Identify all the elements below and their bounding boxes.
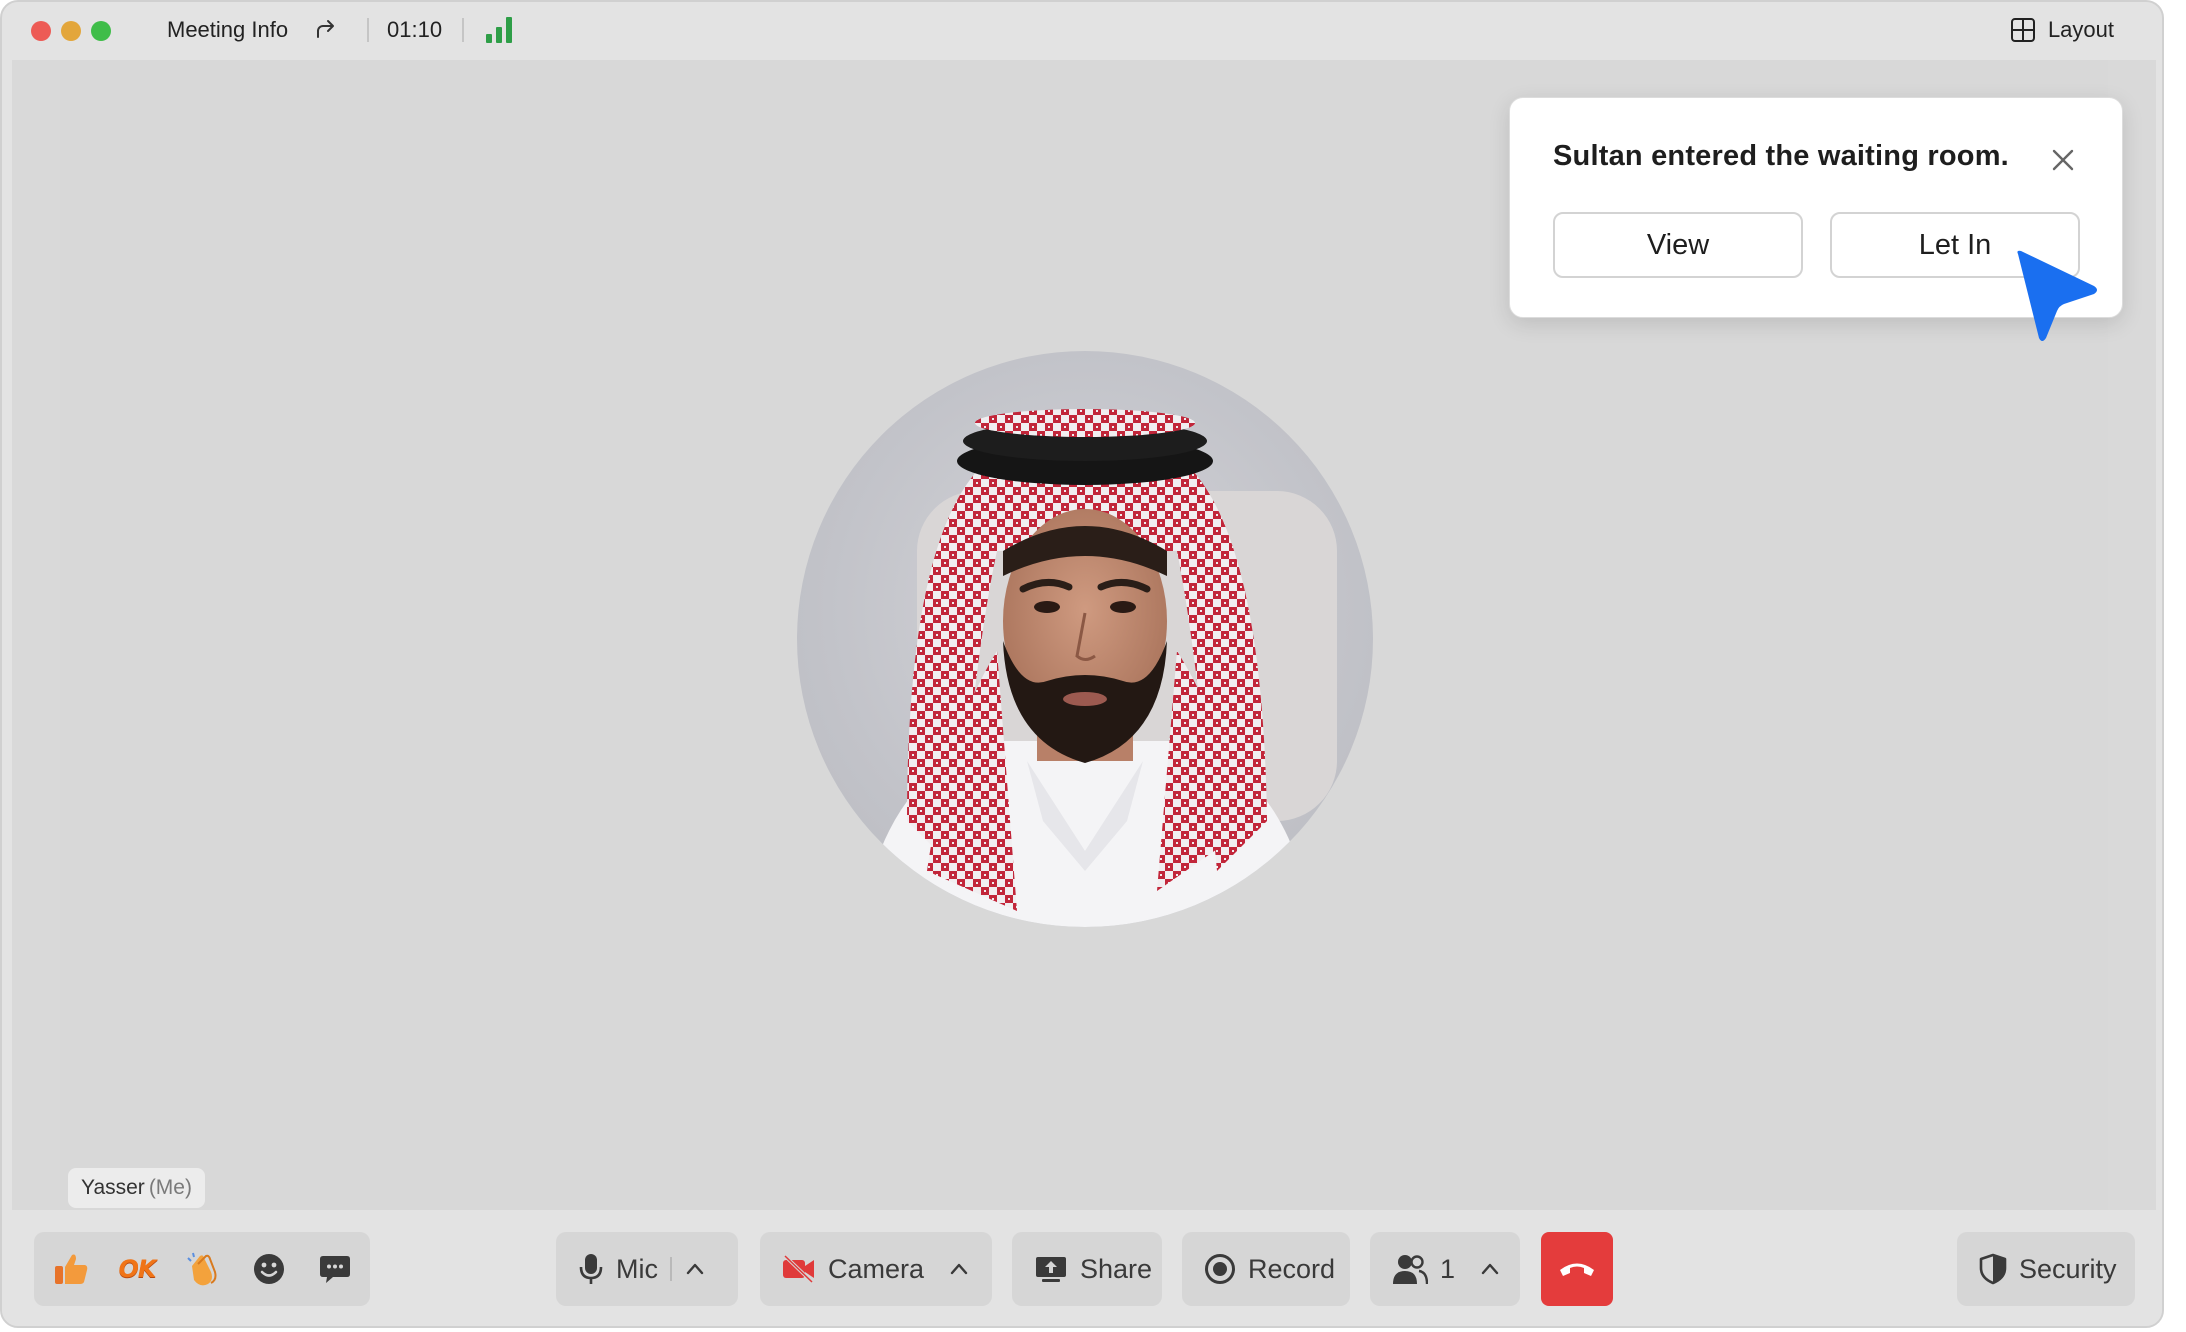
layout-button[interactable]: Layout — [2010, 15, 2114, 45]
record-button[interactable]: Record — [1182, 1232, 1350, 1306]
security-label: Security — [2019, 1253, 2117, 1284]
smiley-icon[interactable] — [250, 1250, 288, 1288]
record-label: Record — [1248, 1253, 1336, 1284]
ok-emoji[interactable]: OK — [118, 1250, 157, 1288]
camera-label: Camera — [828, 1253, 925, 1284]
meeting-timer: 01:10 — [387, 17, 443, 42]
participant-name-tag: Yasser (Me) — [68, 1168, 205, 1208]
participants-count: 1 — [1440, 1253, 1456, 1284]
end-call-button[interactable] — [1541, 1232, 1613, 1306]
hang-up-icon — [1560, 1263, 1594, 1276]
layout-label: Layout — [2047, 17, 2114, 42]
chevron-up-icon[interactable] — [684, 1258, 706, 1280]
participants-icon — [1393, 1255, 1428, 1285]
camera-off-icon — [783, 1254, 814, 1284]
divider — [670, 1257, 672, 1281]
divider — [367, 18, 369, 42]
security-button[interactable]: Security — [1957, 1232, 2135, 1306]
grid-layout-icon — [2010, 18, 2035, 42]
share-screen-button[interactable]: Share — [1012, 1232, 1162, 1306]
window-maximize-button[interactable] — [91, 21, 111, 41]
meeting-info-button[interactable]: Meeting Info — [167, 16, 288, 44]
meeting-toolbar: OK Mic Camera Share Record 1 Security — [2, 1210, 2162, 1326]
shield-icon — [1979, 1253, 2007, 1285]
meeting-window: Meeting Info 01:10 Layout Yasser (Me) Su… — [0, 0, 2164, 1328]
microphone-icon — [579, 1254, 603, 1284]
ok-emoji-label: OK — [118, 1255, 157, 1283]
chevron-up-icon[interactable] — [1479, 1258, 1501, 1280]
view-button[interactable]: View — [1553, 212, 1803, 278]
clap-icon[interactable] — [184, 1250, 222, 1288]
reactions-bar: OK — [34, 1232, 370, 1306]
share-label: Share — [1080, 1253, 1153, 1284]
mic-label: Mic — [616, 1253, 658, 1284]
thumbs-up-icon[interactable] — [52, 1250, 90, 1288]
window-close-button[interactable] — [31, 21, 51, 41]
participants-button[interactable]: 1 — [1370, 1232, 1520, 1306]
share-screen-icon — [1036, 1257, 1066, 1282]
record-icon — [1205, 1254, 1235, 1284]
title-bar: Meeting Info 01:10 Layout — [2, 2, 2162, 60]
notification-message: Sultan entered the waiting room. — [1553, 140, 2009, 172]
window-minimize-button[interactable] — [61, 21, 81, 41]
participant-name: Yasser — [81, 1176, 145, 1199]
camera-button[interactable]: Camera — [760, 1232, 992, 1306]
close-icon[interactable] — [2050, 147, 2076, 173]
avatar-portrait — [860, 409, 1337, 927]
self-indicator: (Me) — [148, 1176, 192, 1199]
divider — [462, 18, 464, 42]
chevron-up-icon[interactable] — [948, 1258, 970, 1280]
share-out-icon[interactable] — [314, 17, 338, 41]
signal-strength-icon[interactable] — [486, 17, 514, 43]
participant-avatar — [797, 351, 1373, 927]
mic-button[interactable]: Mic — [556, 1232, 738, 1306]
mouse-cursor-icon — [2017, 250, 2097, 341]
chat-bubble-icon[interactable] — [316, 1250, 354, 1288]
